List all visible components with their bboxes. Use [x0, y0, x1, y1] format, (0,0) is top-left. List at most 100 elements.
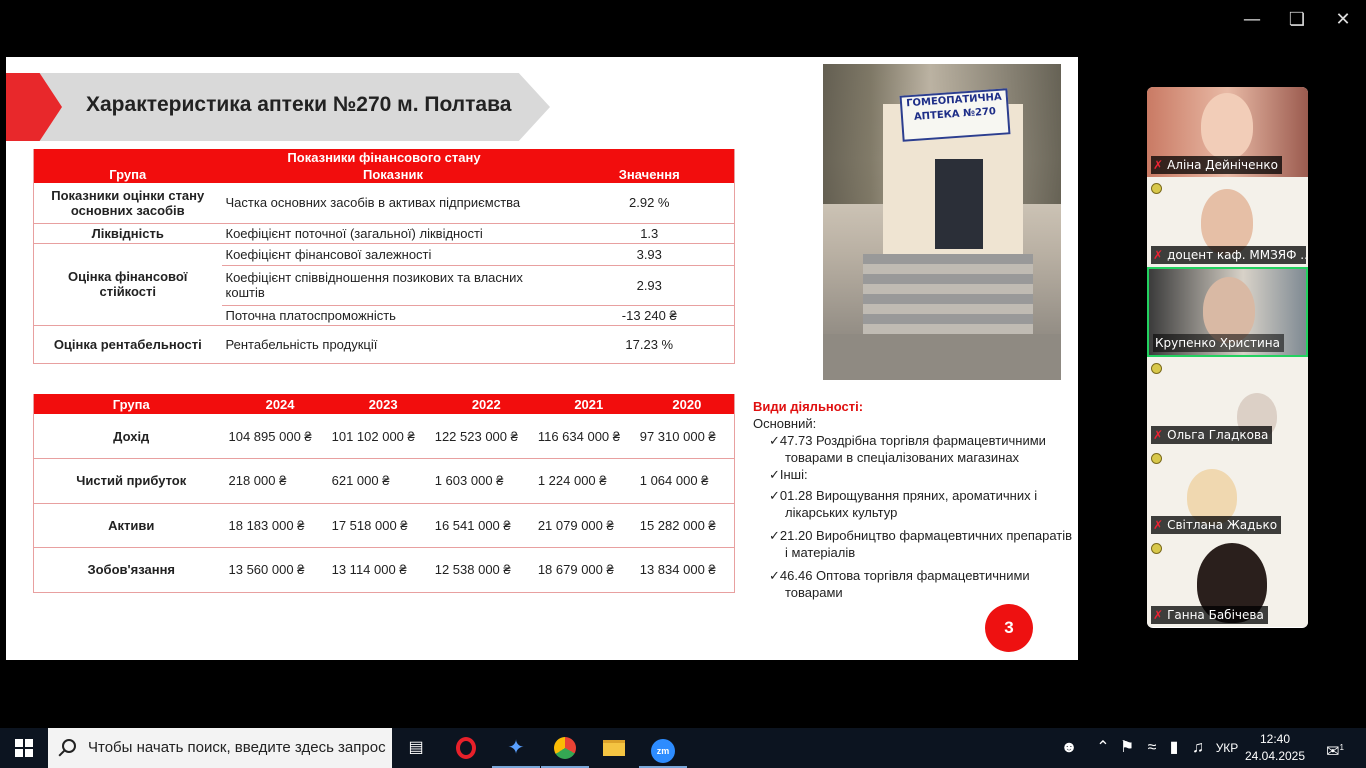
- photo-steps: [863, 254, 1033, 344]
- table-row: Активи 18 183 000 ₴ 17 518 000 ₴ 16 541 …: [33, 503, 735, 548]
- clock-time: 12:40: [1259, 732, 1291, 746]
- group-cell: Оцінка фінансової стійкості: [33, 243, 222, 326]
- copilot-icon[interactable]: ✦: [492, 728, 540, 768]
- value-cell: 13 114 000 ₴: [331, 547, 435, 593]
- group-cell: Оцінка рентабельності: [33, 325, 222, 364]
- slide-title: Характеристика аптеки №270 м. Полтава: [86, 93, 512, 116]
- value-cell: 218 000 ₴: [228, 458, 332, 504]
- participant-name: Ганна Бабічева: [1167, 608, 1264, 622]
- participant-name-label: ✗ Аліна Дейніченко: [1151, 156, 1282, 174]
- column-header: Група: [33, 394, 229, 414]
- photo-ground: [823, 334, 1061, 380]
- minimize-icon[interactable]: —: [1240, 8, 1264, 32]
- value-cell: 12 538 000 ₴: [434, 547, 538, 593]
- main-activity-label: Основний:: [753, 416, 817, 431]
- activity-item: ✓21.20 Виробництво фармацевтичних препар…: [769, 528, 1073, 560]
- participant-tile[interactable]: ✗ Світлана Жадько: [1147, 447, 1308, 537]
- value-cell: 104 895 000 ₴: [228, 414, 332, 459]
- indicator-cell: Рентабельність продукції: [221, 325, 565, 364]
- screen: { "window": {"minimize_icon":"minimize-i…: [0, 0, 1366, 768]
- participant-name: Крупенко Христина: [1155, 336, 1280, 350]
- table-row: Дохід 104 895 000 ₴ 101 102 000 ₴ 122 52…: [33, 414, 735, 459]
- column-header: Група: [33, 166, 222, 183]
- battery-icon[interactable]: ▮: [1164, 728, 1184, 768]
- value-cell: 17 518 000 ₴: [331, 503, 435, 548]
- windows-start-icon[interactable]: [0, 728, 48, 768]
- column-header: Значення: [564, 166, 735, 183]
- photo-sign: ГОМЕОПАТИЧНА АПТЕКА №270: [899, 88, 1011, 142]
- participant-tile[interactable]: ✗ Ольга Гладкова: [1147, 357, 1308, 447]
- indicator-cell: Поточна платоспроможність: [221, 305, 565, 326]
- value-cell: 97 310 000 ₴: [639, 414, 735, 459]
- value-cell: -13 240 ₴: [564, 305, 735, 326]
- value-cell: 17.23 %: [564, 325, 735, 364]
- column-header: Показник: [221, 166, 565, 183]
- notifications-icon[interactable]: ✉1: [1320, 728, 1350, 768]
- participant-tile[interactable]: ✗ Аліна Дейніченко: [1147, 87, 1308, 177]
- file-explorer-icon[interactable]: [590, 728, 638, 768]
- financial-indicators-table: Показники фінансового стану Група Показн…: [33, 149, 735, 364]
- participant-name: Ольга Гладкова: [1167, 428, 1269, 442]
- pharmacy-photo: ГОМЕОПАТИЧНА АПТЕКА №270: [823, 64, 1061, 380]
- table-row: Оцінка фінансової стійкості Коефіцієнт ф…: [33, 243, 735, 326]
- participant-name-label: ✗ Ганна Бабічева: [1151, 606, 1268, 624]
- participant-tile[interactable]: ✗ доцент каф. ММЗЯФ ...: [1147, 177, 1308, 267]
- value-cell: 101 102 000 ₴: [331, 414, 435, 459]
- wifi-icon[interactable]: ≈: [1142, 728, 1162, 768]
- taskbar-search-box[interactable]: Чтобы начать поиск, введите здесь запрос: [48, 728, 392, 768]
- participant-tile[interactable]: ✗ Ганна Бабічева: [1147, 537, 1308, 627]
- restore-icon[interactable]: ❏: [1285, 8, 1309, 32]
- language-indicator[interactable]: УКР: [1212, 728, 1242, 768]
- column-header: 2020: [639, 394, 735, 414]
- group-cell: Активи: [33, 503, 229, 548]
- column-header: 2022: [434, 394, 538, 414]
- participant-face: [1201, 93, 1253, 159]
- group-cell: Зобов'язання: [33, 547, 229, 593]
- indicator-cell: Коефіцієнт співвідношення позикових та в…: [221, 265, 565, 306]
- group-cell: Чистий прибуток: [33, 458, 229, 504]
- value-cell: 3.93: [564, 243, 735, 266]
- close-icon[interactable]: ✕: [1331, 8, 1355, 32]
- value-cell: 13 560 000 ₴: [228, 547, 332, 593]
- clock-date: 24.04.2025: [1244, 749, 1306, 763]
- mic-muted-icon: ✗: [1153, 608, 1164, 622]
- table-row: Показники оцінки стану основних засобів …: [33, 183, 735, 224]
- value-cell: 13 834 000 ₴: [639, 547, 735, 593]
- taskbar: Чтобы начать поиск, введите здесь запрос…: [0, 728, 1366, 768]
- group-cell: Показники оцінки стану основних засобів: [33, 183, 222, 224]
- task-view-icon[interactable]: ▤: [392, 728, 440, 768]
- value-cell: 1 064 000 ₴: [639, 458, 735, 504]
- value-cell: 16 541 000 ₴: [434, 503, 538, 548]
- column-header: 2023: [331, 394, 435, 414]
- mic-muted-icon: ✗: [1153, 248, 1164, 262]
- zoom-icon[interactable]: zm: [639, 728, 687, 768]
- participant-tile-active[interactable]: Крупенко Христина: [1147, 267, 1308, 357]
- university-logo-icon: [1151, 183, 1162, 194]
- shared-slide: Характеристика аптеки №270 м. Полтава По…: [6, 57, 1078, 660]
- mic-muted-icon: ✗: [1153, 158, 1164, 172]
- university-logo-icon: [1151, 363, 1162, 374]
- mic-muted-icon: ✗: [1153, 518, 1164, 532]
- university-logo-icon: [1151, 543, 1162, 554]
- activity-item: ✓46.46 Оптова торгівля фармацевтичними т…: [769, 568, 1030, 600]
- clock[interactable]: 12:40 24.04.2025: [1242, 731, 1308, 765]
- chrome-icon[interactable]: [541, 728, 589, 768]
- activities-list: Види діяльності: Основний: ✓47.73 Роздрі…: [753, 398, 1073, 601]
- table-row: Зобов'язання 13 560 000 ₴ 13 114 000 ₴ 1…: [33, 547, 735, 593]
- people-icon[interactable]: ☻: [1058, 728, 1080, 768]
- university-logo-icon: [1151, 453, 1162, 464]
- activities-heading: Види діяльності:: [753, 399, 864, 414]
- activity-item: ✓01.28 Вирощування пряних, ароматичних і…: [769, 488, 1038, 520]
- group-cell: Дохід: [33, 414, 229, 459]
- opera-icon[interactable]: [442, 728, 490, 768]
- value-cell: 1 603 000 ₴: [434, 458, 538, 504]
- participant-name: Аліна Дейніченко: [1167, 158, 1278, 172]
- security-icon[interactable]: ⚑: [1118, 728, 1136, 768]
- indicator-cell: Коефіцієнт поточної (загальної) ліквідно…: [221, 223, 565, 244]
- volume-icon[interactable]: ♫: [1188, 728, 1208, 768]
- activity-item: ✓47.73 Роздрібна торгівля фармацевтичним…: [769, 433, 1046, 465]
- value-cell: 18 679 000 ₴: [537, 547, 640, 593]
- yearly-indicators-table: Група 2024 2023 2022 2021 2020 Дохід 104…: [33, 394, 735, 593]
- participant-name: Світлана Жадько: [1167, 518, 1278, 532]
- chevron-up-icon[interactable]: ⌃: [1094, 728, 1112, 768]
